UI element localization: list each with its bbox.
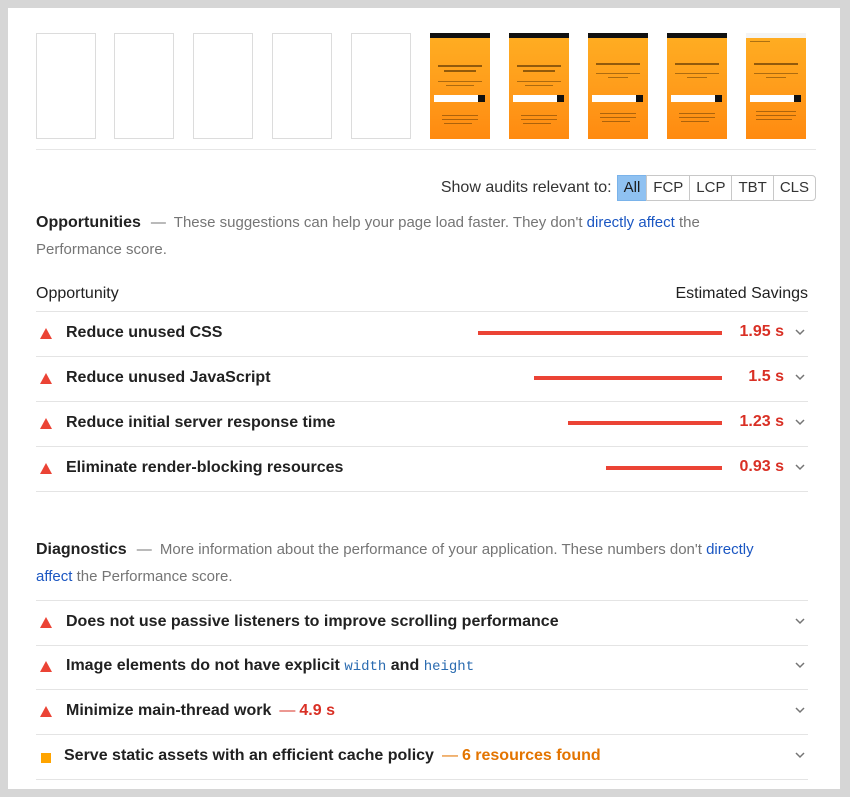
chevron-down-icon[interactable] xyxy=(794,659,806,671)
audit-filter-bar: Show audits relevant to: All FCP LCP TBT… xyxy=(441,175,816,201)
diagnostic-dash: — xyxy=(441,747,458,764)
chevron-down-icon[interactable] xyxy=(794,326,806,338)
fail-triangle-icon xyxy=(40,418,52,429)
diagnostic-value: 4.9 s xyxy=(299,702,335,719)
filmstrip-frame-1 xyxy=(36,33,96,139)
chevron-down-icon[interactable] xyxy=(794,461,806,473)
savings-bar xyxy=(568,421,722,425)
fail-triangle-icon xyxy=(40,463,52,474)
filmstrip-frame-7 xyxy=(509,33,569,139)
savings-column-label: Estimated Savings xyxy=(675,285,808,302)
opportunity-row[interactable]: Reduce unused CSS 1.95 s xyxy=(36,312,808,357)
opportunity-row[interactable]: Reduce initial server response time 1.23… xyxy=(36,402,808,447)
diagnostics-dash: — xyxy=(136,541,152,558)
diagnostics-header: Diagnostics — More information about the … xyxy=(36,536,781,590)
filmstrip-frame-6 xyxy=(430,33,490,139)
diagnostic-label-text: Minimize main-thread work xyxy=(66,702,272,719)
diagnostic-dash: — xyxy=(279,702,296,719)
chevron-down-icon[interactable] xyxy=(794,704,806,716)
filmstrip xyxy=(36,33,816,150)
filter-fcp-button[interactable]: FCP xyxy=(646,175,691,201)
opportunities-title: Opportunities xyxy=(36,214,141,231)
savings-bar xyxy=(478,331,722,335)
lighthouse-report: Show audits relevant to: All FCP LCP TBT… xyxy=(8,8,840,789)
diagnostic-label: Does not use passive listeners to improv… xyxy=(66,613,559,630)
chevron-down-icon[interactable] xyxy=(794,371,806,383)
diagnostic-label-part: and xyxy=(390,657,420,674)
filter-cls-button[interactable]: CLS xyxy=(772,175,816,201)
filter-label: Show audits relevant to: xyxy=(440,179,612,196)
opportunities-link[interactable]: directly affect xyxy=(587,214,675,231)
fail-triangle-icon xyxy=(40,328,52,339)
fail-triangle-icon xyxy=(40,617,52,628)
opportunity-row[interactable]: Eliminate render-blocking resources 0.93… xyxy=(36,447,808,492)
filmstrip-frame-4 xyxy=(272,33,332,139)
opportunity-label: Reduce unused JavaScript xyxy=(66,369,271,386)
diagnostic-row[interactable]: Does not use passive listeners to improv… xyxy=(36,600,808,646)
diagnostics-description-end: the Performance score. xyxy=(76,568,233,585)
chevron-down-icon[interactable] xyxy=(794,615,806,627)
opportunity-label: Reduce initial server response time xyxy=(66,414,336,431)
opportunities-column-header: Opportunity Estimated Savings xyxy=(36,281,808,312)
opportunities-header: Opportunities — These suggestions can hel… xyxy=(36,209,781,263)
diagnostic-label: Serve static assets with an efficient ca… xyxy=(64,747,601,765)
filmstrip-frame-10 xyxy=(746,33,806,139)
diagnostic-label-text: Serve static assets with an efficient ca… xyxy=(64,747,434,764)
filmstrip-frame-8 xyxy=(588,33,648,139)
diagnostic-row[interactable]: Minimize main-thread work —4.9 s xyxy=(36,690,808,735)
opportunity-label: Eliminate render-blocking resources xyxy=(66,459,344,476)
fail-triangle-icon xyxy=(40,661,52,672)
fail-triangle-icon xyxy=(40,373,52,384)
filter-tbt-button[interactable]: TBT xyxy=(731,175,774,201)
savings-value: 1.95 s xyxy=(739,323,784,340)
filmstrip-frame-3 xyxy=(193,33,253,139)
code-width: width xyxy=(344,659,387,675)
code-height: height xyxy=(423,659,475,675)
opportunities-description: These suggestions can help your page loa… xyxy=(173,214,583,231)
diagnostic-label: Image elements do not have explicit widt… xyxy=(66,657,474,675)
opportunity-label: Reduce unused CSS xyxy=(66,324,223,341)
diagnostic-value: 6 resources found xyxy=(461,747,601,764)
filter-all-button[interactable]: All xyxy=(616,175,648,201)
diagnostics-title: Diagnostics xyxy=(36,541,127,558)
opportunity-column-label: Opportunity xyxy=(36,285,119,302)
diagnostic-label: Minimize main-thread work —4.9 s xyxy=(66,702,335,720)
filmstrip-frame-5 xyxy=(351,33,411,139)
filmstrip-frame-2 xyxy=(114,33,174,139)
average-square-icon xyxy=(41,753,51,763)
filmstrip-frame-9 xyxy=(667,33,727,139)
diagnostic-row[interactable]: Image elements do not have explicit widt… xyxy=(36,645,808,690)
savings-value: 1.23 s xyxy=(739,413,784,430)
chevron-down-icon[interactable] xyxy=(794,749,806,761)
opportunity-row[interactable]: Reduce unused JavaScript 1.5 s xyxy=(36,357,808,402)
fail-triangle-icon xyxy=(40,706,52,717)
diagnostic-label-part: Image elements do not have explicit xyxy=(66,657,340,674)
savings-value: 1.5 s xyxy=(748,368,784,385)
savings-value: 0.93 s xyxy=(739,458,784,475)
filter-lcp-button[interactable]: LCP xyxy=(689,175,733,201)
diagnostics-description: More information about the performance o… xyxy=(159,541,702,558)
diagnostic-row[interactable]: Serve static assets with an efficient ca… xyxy=(36,735,808,780)
opportunities-dash: — xyxy=(150,214,166,231)
savings-bar xyxy=(534,376,722,380)
chevron-down-icon[interactable] xyxy=(794,416,806,428)
savings-bar xyxy=(606,466,722,470)
